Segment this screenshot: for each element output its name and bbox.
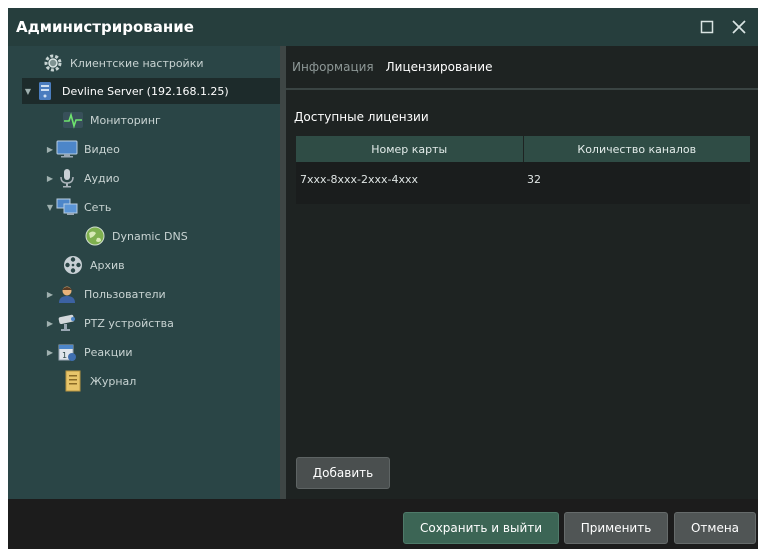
tab-information[interactable]: Информация [286, 60, 380, 88]
cancel-button[interactable]: Отмена [674, 512, 756, 544]
licenses-table: Номер карты Количество каналов 7xxx-8xxx… [296, 136, 750, 204]
cell-channels: 32 [527, 172, 541, 186]
tree-item-network[interactable]: ▼ Сеть [44, 194, 111, 220]
expand-arrow-icon[interactable]: ▶ [44, 145, 56, 154]
cell-card-number: 7xxx-8xxx-2xxx-4xxx [300, 172, 419, 186]
close-icon[interactable] [726, 14, 752, 40]
calendar-icon: 1 [56, 341, 78, 363]
pulse-icon [62, 109, 84, 131]
main-panel: Информация Лицензирование Доступные лице… [286, 46, 758, 499]
table-row[interactable]: 7xxx-8xxx-2xxx-4xxx 32 [296, 162, 750, 196]
maximize-icon[interactable] [694, 14, 720, 40]
log-icon [62, 370, 84, 392]
tree-item-label: Видео [84, 142, 120, 156]
tree-item-label: Клиентские настройки [70, 56, 204, 70]
expand-arrow-icon[interactable]: ▶ [44, 290, 56, 299]
add-license-button[interactable]: Добавить [296, 457, 390, 489]
tree-item-reactions[interactable]: ▶ 1 Реакции [44, 339, 133, 365]
window-controls [694, 14, 758, 40]
tree-item-label: PTZ устройства [84, 316, 174, 330]
tree-item-label: Журнал [90, 374, 137, 388]
svg-text:1: 1 [62, 351, 67, 360]
tree-item-archive[interactable]: Архив [62, 252, 125, 278]
microphone-icon [56, 167, 78, 189]
save-and-exit-button[interactable]: Сохранить и выйти [403, 512, 559, 544]
column-header-channels[interactable]: Количество каналов [522, 136, 750, 162]
column-header-card-number[interactable]: Номер карты [296, 136, 523, 162]
settings-tree: Клиентские настройки ▼ Devline Server (1… [8, 46, 280, 499]
table-header: Номер карты Количество каналов [296, 136, 750, 162]
tree-item-label: Dynamic DNS [112, 229, 188, 243]
tree-item-users[interactable]: ▶ Пользователи [44, 281, 166, 307]
tree-item-audio[interactable]: ▶ Аудио [44, 165, 120, 191]
tree-item-label: Архив [90, 258, 125, 272]
tree-item-ptz[interactable]: ▶ PTZ устройства [44, 310, 174, 336]
expand-arrow-icon[interactable]: ▶ [44, 174, 56, 183]
ptz-camera-icon [56, 312, 78, 334]
title-bar: Администрирование [8, 8, 758, 46]
apply-button[interactable]: Применить [564, 512, 668, 544]
expand-arrow-icon[interactable]: ▶ [44, 348, 56, 357]
tree-item-label: Пользователи [84, 287, 166, 301]
dialog-footer: Сохранить и выйти Применить Отмена [8, 499, 758, 549]
tab-licensing[interactable]: Лицензирование [380, 60, 499, 88]
tab-bar: Информация Лицензирование [286, 46, 758, 90]
monitor-icon [56, 138, 78, 160]
tree-item-label: Сеть [84, 200, 112, 214]
tree-item-video[interactable]: ▶ Видео [44, 136, 120, 162]
window-title: Администрирование [16, 18, 194, 36]
server-icon [34, 80, 56, 102]
network-icon [56, 196, 78, 218]
expand-arrow-icon[interactable]: ▶ [44, 319, 56, 328]
tree-item-label: Devline Server (192.168.1.25) [62, 84, 229, 98]
tree-item-client-settings[interactable]: Клиентские настройки [42, 50, 204, 76]
tree-item-server[interactable]: ▼ Devline Server (192.168.1.25) [22, 78, 280, 104]
globe-icon [84, 225, 106, 247]
tree-item-label: Аудио [84, 171, 120, 185]
user-icon [56, 283, 78, 305]
collapse-arrow-icon[interactable]: ▼ [44, 203, 56, 212]
film-reel-icon [62, 254, 84, 276]
tree-item-monitoring[interactable]: Мониторинг [62, 107, 161, 133]
tree-item-label: Реакции [84, 345, 133, 359]
expand-arrow-icon[interactable]: ▼ [22, 87, 34, 96]
admin-window: Администрирование Клиентские настройки ▼… [8, 8, 758, 549]
gear-icon [42, 52, 64, 74]
tree-item-label: Мониторинг [90, 113, 161, 127]
tree-item-journal[interactable]: Журнал [62, 368, 136, 394]
tree-item-dynamic-dns[interactable]: Dynamic DNS [84, 223, 188, 249]
licenses-title: Доступные лицензии [294, 110, 429, 124]
